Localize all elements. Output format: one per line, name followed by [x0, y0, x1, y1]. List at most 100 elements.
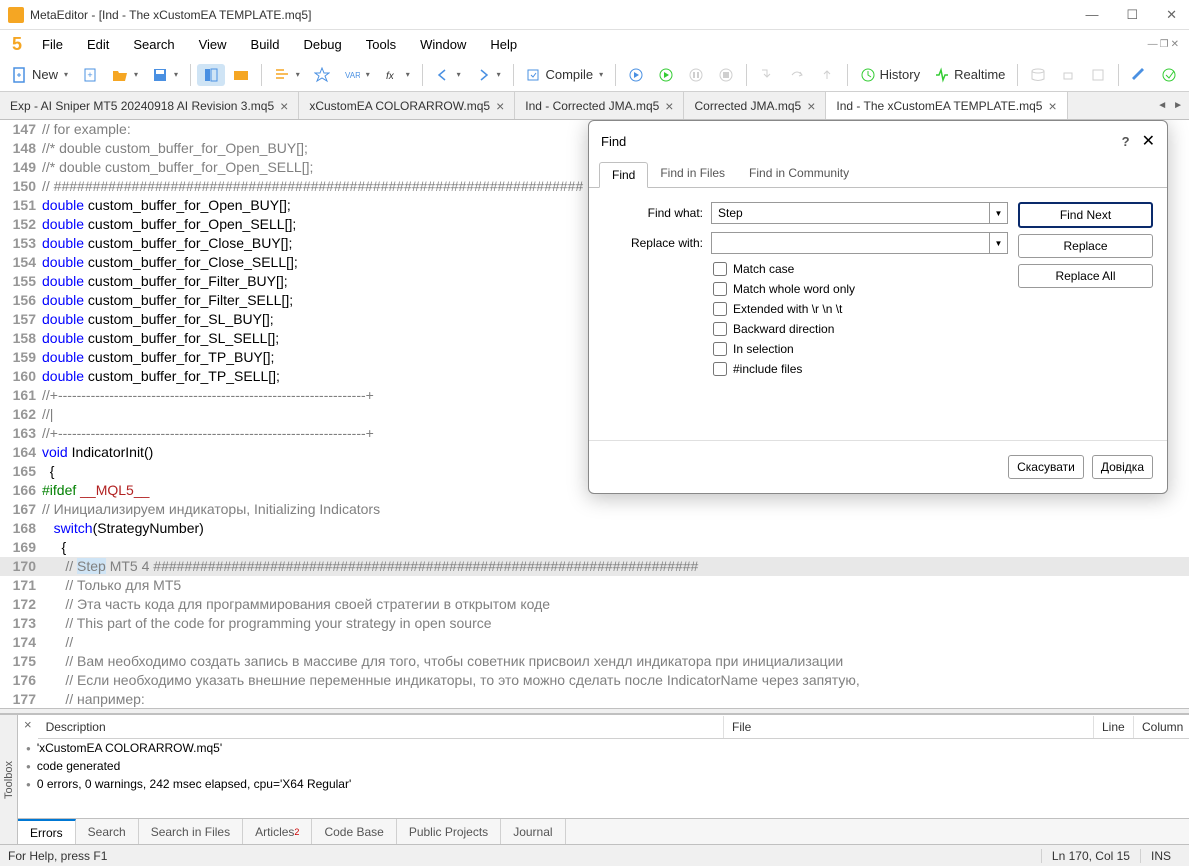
minimize-button[interactable]: — [1081, 5, 1102, 25]
debug-stop-button[interactable] [712, 64, 740, 86]
compile-button[interactable]: Compile [519, 64, 609, 86]
find-tab-find[interactable]: Find [599, 162, 648, 188]
find-what-label: Find what: [603, 206, 703, 220]
file-tab[interactable]: xCustomEA COLORARROW.mq5× [299, 92, 515, 119]
menu-tools[interactable]: Tools [354, 33, 408, 56]
list-item[interactable]: ●'xCustomEA COLORARROW.mq5' [18, 739, 1189, 757]
menu-edit[interactable]: Edit [75, 33, 121, 56]
toolbox-tab-articles[interactable]: Articles2 [243, 819, 312, 844]
menu-window[interactable]: Window [408, 33, 478, 56]
wizard-button[interactable] [308, 64, 336, 86]
cancel-button[interactable]: Скасувати [1008, 455, 1084, 479]
status-help: For Help, press F1 [8, 849, 1041, 863]
find-tab-community[interactable]: Find in Community [737, 161, 861, 187]
file-tabs: Exp - AI Sniper MT5 20240918 AI Revision… [0, 92, 1189, 120]
maximize-button[interactable]: ☐ [1122, 5, 1142, 25]
storage-button[interactable] [1024, 64, 1052, 86]
toolbox-button[interactable] [227, 64, 255, 86]
toolbox-close-icon[interactable]: × [18, 715, 38, 739]
toolbox-tab-search[interactable]: Search [76, 819, 139, 844]
check-whole-word[interactable]: Match whole word only [713, 282, 1008, 296]
col-line[interactable]: Line [1093, 716, 1133, 738]
help-icon[interactable]: ? [1122, 134, 1130, 149]
menu-file[interactable]: File [30, 33, 75, 56]
replace-all-button[interactable]: Replace All [1018, 264, 1153, 288]
menu-help[interactable]: Help [478, 33, 529, 56]
step-over-button[interactable] [783, 64, 811, 86]
find-what-input[interactable] [711, 202, 990, 224]
file-tab-active[interactable]: Ind - The xCustomEA TEMPLATE.mq5× [826, 92, 1067, 119]
check-extended[interactable]: Extended with \r \n \t [713, 302, 1008, 316]
update-button[interactable] [1084, 64, 1112, 86]
replace-with-input[interactable] [711, 232, 990, 254]
menubar: 5 File Edit Search View Build Debug Tool… [0, 30, 1189, 58]
file-tab[interactable]: Exp - AI Sniper MT5 20240918 AI Revision… [0, 92, 299, 119]
close-icon[interactable]: × [1048, 98, 1056, 114]
window-title: MetaEditor - [Ind - The xCustomEA TEMPLA… [30, 8, 1081, 22]
col-column[interactable]: Column [1133, 716, 1189, 738]
terminal-button[interactable] [1155, 64, 1183, 86]
debug-pause-button[interactable] [682, 64, 710, 86]
find-next-button[interactable]: Find Next [1018, 202, 1153, 228]
debug-run-button[interactable] [652, 64, 680, 86]
new-button[interactable]: New [6, 64, 74, 86]
open-button[interactable] [106, 64, 144, 86]
close-icon[interactable]: × [496, 98, 504, 114]
close-icon[interactable]: × [807, 98, 815, 114]
save-button[interactable] [146, 64, 184, 86]
back-button[interactable] [429, 64, 467, 86]
forward-button[interactable] [469, 64, 507, 86]
step-into-button[interactable] [753, 64, 781, 86]
styler-button[interactable] [1125, 64, 1153, 86]
check-match-case[interactable]: Match case [713, 262, 1008, 276]
toolbox-tab-codebase[interactable]: Code Base [312, 819, 396, 844]
status-ins: INS [1140, 849, 1181, 863]
tab-scroll-left-icon[interactable]: ◄ [1157, 100, 1167, 111]
list-item[interactable]: ●code generated [18, 757, 1189, 775]
check-include-files[interactable]: #include files [713, 362, 1008, 376]
toolbox-tab-errors[interactable]: Errors [18, 819, 76, 844]
toolbox-tab-journal[interactable]: Journal [501, 819, 565, 844]
titlebar: MetaEditor - [Ind - The xCustomEA TEMPLA… [0, 0, 1189, 30]
step-out-button[interactable] [813, 64, 841, 86]
mdi-restore-icon[interactable]: ❐ [1160, 39, 1169, 50]
toolbox-tab-search-files[interactable]: Search in Files [139, 819, 243, 844]
col-file[interactable]: File [723, 716, 1093, 738]
history-button[interactable]: History [854, 64, 926, 86]
dropdown-icon[interactable]: ▼ [990, 232, 1008, 254]
navigator-button[interactable] [197, 64, 225, 86]
svg-text:VAR: VAR [345, 71, 360, 80]
help-button[interactable]: Довідка [1092, 455, 1153, 479]
menu-search[interactable]: Search [121, 33, 186, 56]
menu-build[interactable]: Build [239, 33, 292, 56]
replace-button[interactable]: Replace [1018, 234, 1153, 258]
mdi-minimize-icon[interactable]: — [1148, 39, 1158, 50]
indent-button[interactable] [268, 64, 306, 86]
col-description[interactable]: Description [38, 716, 723, 738]
close-icon[interactable]: × [665, 98, 673, 114]
list-item[interactable]: ●0 errors, 0 warnings, 242 msec elapsed,… [18, 775, 1189, 793]
new-doc-button[interactable]: + [76, 64, 104, 86]
toolbar: New + VAR fx Compile History Realtime [0, 58, 1189, 92]
menu-view[interactable]: View [187, 33, 239, 56]
var-button[interactable]: VAR [338, 64, 376, 86]
status-position: Ln 170, Col 15 [1041, 849, 1140, 863]
close-button[interactable]: ✕ [1162, 5, 1181, 25]
find-tab-files[interactable]: Find in Files [648, 161, 737, 187]
close-icon[interactable]: ✕ [1142, 131, 1155, 151]
file-tab[interactable]: Ind - Corrected JMA.mq5× [515, 92, 684, 119]
tab-scroll-right-icon[interactable]: ► [1173, 100, 1183, 111]
realtime-button[interactable]: Realtime [928, 64, 1011, 86]
mdi-close-icon[interactable]: ✕ [1171, 39, 1179, 50]
debug-start-button[interactable] [622, 64, 650, 86]
commit-button[interactable] [1054, 64, 1082, 86]
check-backward[interactable]: Backward direction [713, 322, 1008, 336]
close-icon[interactable]: × [280, 98, 288, 114]
fx-button[interactable]: fx [378, 64, 416, 86]
dropdown-icon[interactable]: ▼ [990, 202, 1008, 224]
menu-debug[interactable]: Debug [291, 33, 353, 56]
file-tab[interactable]: Corrected JMA.mq5× [684, 92, 826, 119]
toolbox-tab-projects[interactable]: Public Projects [397, 819, 501, 844]
logo-icon: 5 [4, 34, 30, 55]
check-in-selection[interactable]: In selection [713, 342, 1008, 356]
